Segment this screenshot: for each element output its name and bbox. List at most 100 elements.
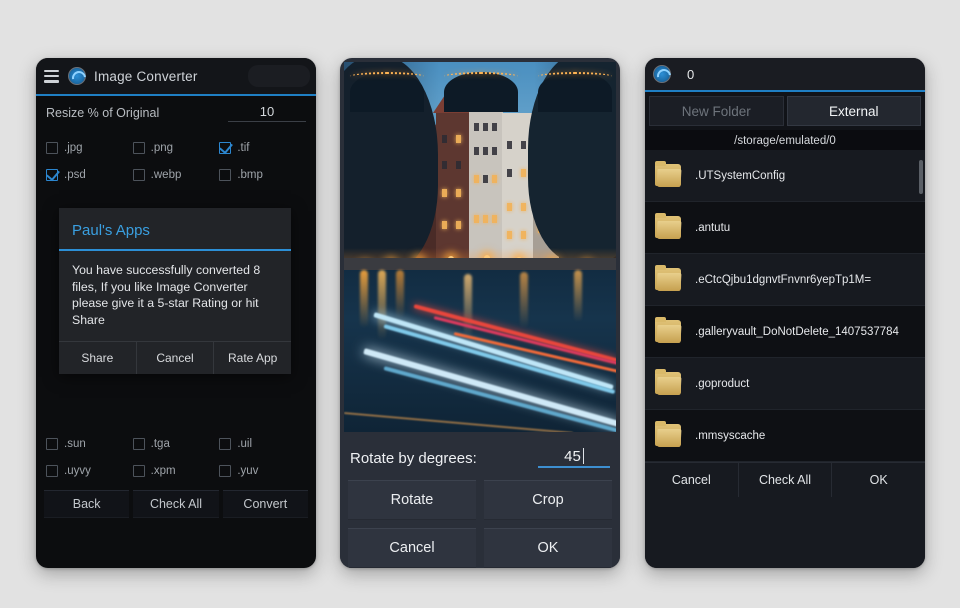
checkbox-icon[interactable] bbox=[46, 141, 58, 154]
converter-action-row: Back Check All Convert bbox=[36, 490, 316, 518]
lower-format-rows: .sun .tga .uil .uyvy .xpm .yuv Back Chec… bbox=[36, 426, 316, 518]
text-caret bbox=[582, 448, 584, 464]
format-checkbox-grid: .jpg .png .tif .psd .webp .bmp bbox=[36, 130, 316, 188]
editor-button-row: Rotate Crop bbox=[348, 480, 612, 520]
list-item[interactable]: .antutu bbox=[645, 202, 925, 254]
ok-button[interactable]: OK bbox=[484, 528, 612, 568]
photo-preview[interactable] bbox=[344, 62, 616, 432]
browser-action-row: Cancel Check All OK bbox=[645, 462, 925, 497]
cancel-button[interactable]: Cancel bbox=[135, 342, 214, 374]
format-label: .uil bbox=[237, 437, 253, 450]
checkbox-checked-icon[interactable] bbox=[219, 141, 232, 154]
format-checkbox-uil[interactable]: .uil bbox=[219, 437, 306, 450]
file-browser-panel: 0 New Folder External /storage/emulated/… bbox=[645, 58, 925, 568]
tab-external[interactable]: External bbox=[786, 96, 921, 126]
format-checkbox-uyvy[interactable]: .uyvy bbox=[46, 464, 133, 477]
convert-button[interactable]: Convert bbox=[222, 490, 308, 518]
rate-app-button[interactable]: Rate App bbox=[213, 342, 291, 374]
cancel-button[interactable]: Cancel bbox=[348, 528, 476, 568]
list-item[interactable]: .eCtcQjbu1dgnvtFnvnr6yepTp1M= bbox=[645, 254, 925, 306]
image-converter-icon bbox=[68, 67, 86, 85]
editor-controls: Rotate by degrees: 45 Rotate Crop Cancel… bbox=[340, 436, 620, 568]
format-label: .jpg bbox=[64, 141, 83, 154]
checkbox-icon[interactable] bbox=[219, 168, 232, 181]
format-label: .psd bbox=[64, 168, 86, 181]
rotate-row: Rotate by degrees: 45 bbox=[340, 436, 620, 476]
list-item[interactable]: .UTSystemConfig bbox=[645, 150, 925, 202]
format-checkbox-sun[interactable]: .sun bbox=[46, 437, 133, 450]
crop-button[interactable]: Crop bbox=[484, 480, 612, 520]
format-row: .psd .webp .bmp bbox=[46, 161, 306, 188]
folder-name: .antutu bbox=[695, 221, 731, 234]
rotate-button[interactable]: Rotate bbox=[348, 480, 476, 520]
folder-icon bbox=[655, 213, 682, 239]
check-all-button[interactable]: Check All bbox=[737, 463, 832, 497]
bridge-arch bbox=[350, 72, 424, 112]
checkbox-icon[interactable] bbox=[46, 464, 58, 477]
format-label: .bmp bbox=[237, 168, 263, 181]
format-checkbox-yuv[interactable]: .yuv bbox=[219, 464, 306, 477]
folder-list: .UTSystemConfig .antutu .eCtcQjbu1dgnvtF… bbox=[645, 150, 925, 462]
checkbox-icon[interactable] bbox=[132, 464, 145, 477]
page-title: Image Converter bbox=[94, 68, 198, 84]
folder-icon bbox=[655, 421, 682, 447]
checkbox-icon[interactable] bbox=[219, 464, 232, 477]
format-label: .uyvy bbox=[64, 464, 91, 477]
format-row: .sun .tga .uil bbox=[46, 430, 306, 457]
format-checkbox-bmp[interactable]: .bmp bbox=[219, 168, 306, 181]
rotate-label: Rotate by degrees: bbox=[350, 449, 477, 467]
resize-row: Resize % of Original 10 bbox=[36, 96, 316, 130]
back-button[interactable]: Back bbox=[44, 490, 130, 518]
folder-name: .mmsyscache bbox=[695, 429, 766, 442]
format-checkbox-tif[interactable]: .tif bbox=[219, 141, 306, 154]
converter-header: Image Converter bbox=[36, 58, 316, 94]
checkbox-icon[interactable] bbox=[132, 437, 145, 450]
rating-dialog: Paul's Apps You have successfully conver… bbox=[59, 208, 291, 374]
bridge-arch bbox=[538, 72, 612, 112]
editor-button-grid: Rotate Crop Cancel OK bbox=[340, 476, 620, 568]
format-checkbox-psd[interactable]: .psd bbox=[46, 168, 133, 181]
format-checkbox-png[interactable]: .png bbox=[132, 141, 220, 154]
format-checkbox-tga[interactable]: .tga bbox=[132, 437, 220, 450]
format-checkbox-webp[interactable]: .webp bbox=[132, 168, 220, 181]
list-item[interactable]: .galleryvault_DoNotDelete_1407537784 bbox=[645, 306, 925, 358]
format-label: .png bbox=[150, 141, 174, 154]
list-item[interactable]: .mmsyscache bbox=[645, 410, 925, 462]
check-all-button[interactable]: Check All bbox=[133, 490, 219, 518]
ok-button[interactable]: OK bbox=[831, 463, 925, 497]
format-checkbox-jpg[interactable]: .jpg bbox=[46, 141, 133, 154]
checkbox-checked-icon[interactable] bbox=[46, 168, 58, 181]
current-path: /storage/emulated/0 bbox=[645, 130, 925, 150]
folder-name: .goproduct bbox=[695, 377, 750, 390]
format-row: .jpg .png .tif bbox=[46, 134, 306, 161]
resize-percent-input[interactable]: 10 bbox=[228, 104, 306, 122]
cancel-button[interactable]: Cancel bbox=[645, 463, 738, 497]
checkbox-icon[interactable] bbox=[46, 437, 58, 450]
checkbox-icon[interactable] bbox=[132, 141, 145, 154]
image-converter-panel: Image Converter Resize % of Original 10 … bbox=[36, 58, 316, 568]
format-label: .tga bbox=[150, 437, 170, 450]
resize-label: Resize % of Original bbox=[46, 106, 160, 120]
dialog-message: You have successfully converted 8 files,… bbox=[72, 263, 261, 327]
header-action-pill[interactable] bbox=[248, 65, 310, 87]
checkbox-icon[interactable] bbox=[132, 168, 145, 181]
browser-footer-space bbox=[645, 497, 925, 568]
hamburger-menu-icon[interactable] bbox=[44, 69, 59, 83]
house bbox=[436, 109, 470, 263]
folder-icon bbox=[655, 161, 682, 187]
scrollbar-thumb[interactable] bbox=[919, 160, 923, 194]
share-button[interactable]: Share bbox=[59, 342, 136, 374]
folder-name: .eCtcQjbu1dgnvtFnvnr6yepTp1M= bbox=[695, 273, 872, 286]
tab-new-folder[interactable]: New Folder bbox=[649, 96, 784, 126]
list-item[interactable]: .goproduct bbox=[645, 358, 925, 410]
rotate-degrees-value: 45 bbox=[564, 448, 581, 465]
image-converter-icon bbox=[653, 65, 671, 83]
selected-count: 0 bbox=[687, 66, 695, 82]
folder-name: .UTSystemConfig bbox=[695, 169, 786, 182]
screenshot-stage: Image Converter Resize % of Original 10 … bbox=[0, 0, 960, 608]
format-checkbox-xpm[interactable]: .xpm bbox=[132, 464, 220, 477]
checkbox-icon[interactable] bbox=[219, 437, 232, 450]
format-label: .webp bbox=[150, 168, 182, 181]
format-label: .tif bbox=[237, 141, 250, 154]
rotate-degrees-input[interactable]: 45 bbox=[538, 448, 610, 468]
